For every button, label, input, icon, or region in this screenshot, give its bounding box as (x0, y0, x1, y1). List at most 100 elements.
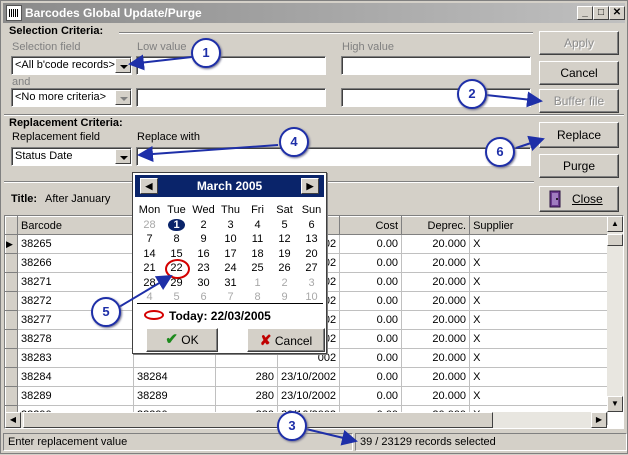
table-cell[interactable]: 0.00 (339, 310, 403, 330)
scroll-up-button[interactable]: ▲ (607, 216, 623, 232)
minimize-button[interactable]: _ (577, 6, 593, 20)
table-cell[interactable]: 0.00 (339, 291, 403, 311)
table-cell[interactable]: 23/10/2002 (277, 386, 341, 406)
table-row[interactable]: 38284 38284 280 23/10/2002 0.00 20.000 X (5, 367, 609, 387)
calendar-day[interactable]: 18 (244, 247, 271, 262)
selection-field-combo[interactable]: <All b'code records> (11, 56, 132, 75)
table-cell[interactable]: 20.000 (401, 234, 471, 254)
calendar-day[interactable]: 7 (136, 232, 163, 247)
table-cell[interactable]: X (469, 367, 609, 387)
table-cell[interactable]: 38278 (17, 329, 134, 349)
replace-button[interactable]: Replace (539, 122, 619, 148)
calendar-day[interactable]: 28 (136, 276, 163, 291)
apply-button[interactable]: Apply (539, 31, 619, 55)
column-header-cost[interactable]: Cost (339, 216, 403, 235)
calendar-cancel-button[interactable]: ✘ Cancel (247, 328, 325, 352)
row-indicator[interactable] (5, 272, 18, 292)
table-cell[interactable]: X (469, 348, 609, 368)
calendar-ok-button[interactable]: ✔ OK (146, 328, 218, 352)
vertical-scroll-thumb[interactable] (607, 234, 623, 246)
calendar-day[interactable]: 11 (244, 232, 271, 247)
maximize-button[interactable]: □ (593, 6, 609, 20)
calendar-day[interactable]: 16 (190, 247, 217, 262)
grid-vertical-scrollbar[interactable]: ▲ ▼ (607, 216, 623, 412)
table-cell[interactable]: 38284 (17, 367, 134, 387)
calendar-day[interactable]: 20 (298, 247, 325, 262)
table-cell[interactable]: 0.00 (339, 253, 403, 273)
close-button[interactable]: Close (539, 186, 619, 212)
high-value-input[interactable] (341, 56, 531, 75)
table-cell[interactable]: 0.00 (339, 348, 403, 368)
calendar-day[interactable]: 25 (244, 261, 271, 276)
calendar-day[interactable]: 12 (271, 232, 298, 247)
row-indicator[interactable] (5, 386, 18, 406)
table-cell[interactable]: X (469, 253, 609, 273)
next-month-button[interactable]: ▶ (301, 178, 319, 194)
table-row[interactable]: 38289 38289 280 23/10/2002 0.00 20.000 X (5, 386, 609, 406)
low-value-input[interactable] (136, 56, 326, 75)
calendar-day[interactable]: 3 (298, 276, 325, 291)
table-cell[interactable]: X (469, 272, 609, 292)
buffer-file-button[interactable]: Buffer file (539, 89, 619, 113)
column-header-barcode[interactable]: Barcode (17, 216, 134, 235)
table-cell[interactable]: 38283 (17, 348, 134, 368)
calendar-day[interactable]: 4 (244, 218, 271, 233)
replace-with-input[interactable] (136, 147, 531, 166)
calendar-day[interactable]: 14 (136, 247, 163, 262)
table-cell[interactable]: 20.000 (401, 253, 471, 273)
table-cell[interactable]: 38284 (133, 367, 216, 387)
calendar-day[interactable]: 29 (163, 276, 190, 291)
table-cell[interactable]: 0.00 (339, 329, 403, 349)
today-link[interactable]: Today: 22/03/2005 (144, 309, 271, 323)
column-header-supplier[interactable]: Supplier (469, 216, 609, 235)
row-indicator[interactable] (5, 291, 18, 311)
table-cell[interactable]: 20.000 (401, 367, 471, 387)
table-cell[interactable]: X (469, 310, 609, 330)
table-cell[interactable]: X (469, 234, 609, 254)
selection-field-dropdown-button[interactable] (115, 58, 131, 73)
calendar-day[interactable]: 10 (217, 232, 244, 247)
table-cell[interactable]: 38289 (133, 386, 216, 406)
calendar-day[interactable]: 19 (271, 247, 298, 262)
previous-month-button[interactable]: ◀ (140, 178, 158, 194)
purge-button[interactable]: Purge (539, 154, 619, 178)
calendar-day[interactable]: 27 (298, 261, 325, 276)
calendar-day[interactable]: 21 (136, 261, 163, 276)
table-cell[interactable]: 20.000 (401, 329, 471, 349)
replacement-field-dropdown-button[interactable] (115, 149, 131, 164)
calendar-day[interactable]: 2 (190, 218, 217, 233)
second-selection-dropdown-button[interactable] (115, 90, 131, 105)
table-cell[interactable]: 20.000 (401, 272, 471, 292)
calendar-day[interactable]: 1 (163, 218, 190, 233)
calendar-day[interactable]: 30 (190, 276, 217, 291)
calendar-day[interactable]: 13 (298, 232, 325, 247)
row-indicator[interactable] (5, 310, 18, 330)
table-cell[interactable]: 20.000 (401, 291, 471, 311)
row-indicator[interactable] (5, 329, 18, 349)
table-cell[interactable]: X (469, 386, 609, 406)
table-cell[interactable]: 38265 (17, 234, 134, 254)
table-cell[interactable]: 280 (215, 367, 278, 387)
calendar-day[interactable]: 2 (271, 276, 298, 291)
cancel-button[interactable]: Cancel (539, 61, 619, 85)
second-selection-field-combo[interactable]: <No more criteria> (11, 88, 132, 107)
calendar-day[interactable]: 28 (136, 218, 163, 233)
calendar-day[interactable]: 24 (217, 261, 244, 276)
second-low-value-input[interactable] (136, 88, 326, 107)
table-cell[interactable]: 38289 (17, 386, 134, 406)
calendar-day[interactable]: 9 (190, 232, 217, 247)
calendar-day[interactable]: 6 (298, 218, 325, 233)
calendar-day[interactable]: 31 (217, 276, 244, 291)
scroll-right-button[interactable]: ▶ (591, 412, 607, 428)
row-indicator[interactable] (5, 253, 18, 273)
table-cell[interactable]: 20.000 (401, 310, 471, 330)
calendar-day[interactable]: 23 (190, 261, 217, 276)
calendar-day[interactable]: 17 (217, 247, 244, 262)
table-cell[interactable]: 0.00 (339, 386, 403, 406)
calendar-day[interactable]: 26 (271, 261, 298, 276)
table-cell[interactable]: 0.00 (339, 272, 403, 292)
table-cell[interactable]: 0.00 (339, 367, 403, 387)
scroll-left-button[interactable]: ◀ (5, 412, 21, 428)
row-indicator[interactable] (5, 348, 18, 368)
calendar-day[interactable]: 3 (217, 218, 244, 233)
